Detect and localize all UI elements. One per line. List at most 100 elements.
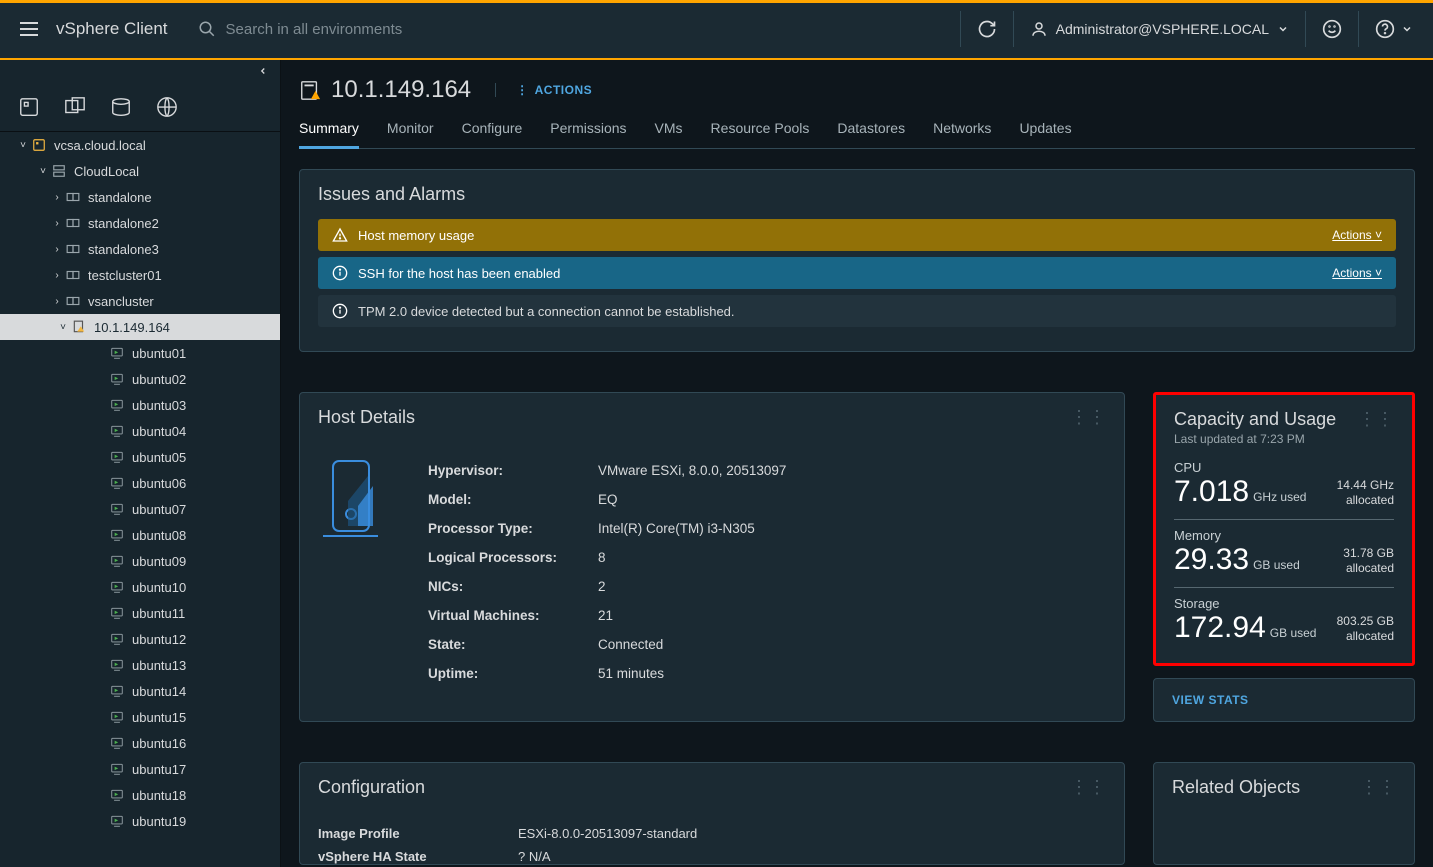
tree-label: 10.1.149.164 [94, 320, 170, 335]
tree-label: ubuntu01 [132, 346, 186, 361]
label-logical-proc: Logical Processors: [428, 543, 598, 572]
label-model: Model: [428, 485, 598, 514]
tree-vm-ubuntu16[interactable]: ubuntu16 [0, 730, 280, 756]
app-title: vSphere Client [56, 19, 168, 39]
user-label: Administrator@VSPHERE.LOCAL [1056, 21, 1269, 37]
cluster-icon [66, 190, 80, 204]
tree-vm-ubuntu17[interactable]: ubuntu17 [0, 756, 280, 782]
tab-permissions[interactable]: Permissions [550, 114, 626, 148]
tree-vm-ubuntu10[interactable]: ubuntu10 [0, 574, 280, 600]
tree-vm-ubuntu13[interactable]: ubuntu13 [0, 652, 280, 678]
tree-vm-ubuntu08[interactable]: ubuntu08 [0, 522, 280, 548]
tree-host-selected[interactable]: ˅10.1.149.164 [0, 314, 280, 340]
tree-vm-ubuntu15[interactable]: ubuntu15 [0, 704, 280, 730]
tree-vm-ubuntu03[interactable]: ubuntu03 [0, 392, 280, 418]
tree-label: ubuntu14 [132, 684, 186, 699]
chevron-left-icon [258, 66, 268, 76]
storage-tab-icon[interactable] [110, 96, 132, 118]
issues-title: Issues and Alarms [318, 184, 465, 205]
menu-toggle[interactable] [12, 14, 46, 44]
tab-summary[interactable]: Summary [299, 114, 359, 149]
inventory-tree[interactable]: ˅vcsa.cloud.local˅CloudLocal›standalone›… [0, 132, 280, 867]
view-stats-link[interactable]: VIEW STATS [1154, 679, 1414, 721]
vms-tab-icon[interactable] [64, 96, 86, 118]
tree-vm-ubuntu11[interactable]: ubuntu11 [0, 600, 280, 626]
tree-label: ubuntu15 [132, 710, 186, 725]
tree-cluster-standalone[interactable]: ›standalone [0, 184, 280, 210]
global-search[interactable]: Search in all environments [198, 20, 403, 38]
val-nics: 2 [598, 572, 1106, 601]
tree-vm-ubuntu02[interactable]: ubuntu02 [0, 366, 280, 392]
tab-monitor[interactable]: Monitor [387, 114, 434, 148]
help-icon [1375, 19, 1395, 39]
network-tab-icon[interactable] [156, 96, 178, 118]
tree-vm-ubuntu04[interactable]: ubuntu04 [0, 418, 280, 444]
label-state: State: [428, 630, 598, 659]
alert-item[interactable]: TPM 2.0 device detected but a connection… [318, 295, 1396, 327]
label-image-profile: Image Profile [318, 826, 498, 841]
vm-icon [110, 736, 124, 750]
refresh-button[interactable] [969, 11, 1005, 47]
drag-handle-icon[interactable]: ⋮⋮ [1070, 777, 1106, 798]
tab-datastores[interactable]: Datastores [837, 114, 905, 148]
alert-item[interactable]: SSH for the host has been enabledActions… [318, 257, 1396, 289]
tree-cluster-testcluster01[interactable]: ›testcluster01 [0, 262, 280, 288]
drag-handle-icon[interactable]: ⋮⋮ [1070, 407, 1106, 428]
drag-handle-icon[interactable]: ⋮⋮ [1360, 777, 1396, 798]
vm-icon [110, 684, 124, 698]
tree-label: ubuntu16 [132, 736, 186, 751]
search-placeholder: Search in all environments [226, 21, 403, 38]
tree-vm-ubuntu06[interactable]: ubuntu06 [0, 470, 280, 496]
tree-vm-ubuntu18[interactable]: ubuntu18 [0, 782, 280, 808]
tree-datacenter[interactable]: ˅CloudLocal [0, 158, 280, 184]
user-menu[interactable]: Administrator@VSPHERE.LOCAL [1022, 12, 1297, 46]
cluster-icon [66, 216, 80, 230]
view-stats-panel: VIEW STATS [1153, 678, 1415, 722]
tree-vm-ubuntu09[interactable]: ubuntu09 [0, 548, 280, 574]
mem-used: 29.33 [1174, 543, 1249, 576]
help-button[interactable] [1367, 11, 1421, 47]
tree-vm-ubuntu19[interactable]: ubuntu19 [0, 808, 280, 834]
alert-item[interactable]: Host memory usage Actions ˅ [318, 219, 1396, 251]
hosts-tab-icon[interactable] [18, 96, 40, 118]
configuration-panel: Configuration ⋮⋮ Image Profile ESXi-8.0.… [299, 762, 1125, 865]
label-processor: Processor Type: [428, 514, 598, 543]
tree-label: standalone2 [88, 216, 159, 231]
val-uptime: 51 minutes [598, 659, 1106, 688]
tree-label: ubuntu19 [132, 814, 186, 829]
tree-vm-ubuntu12[interactable]: ubuntu12 [0, 626, 280, 652]
datacenter-icon [52, 164, 66, 178]
tree-vm-ubuntu07[interactable]: ubuntu07 [0, 496, 280, 522]
tab-vms[interactable]: VMs [655, 114, 683, 148]
tree-cluster-vsancluster[interactable]: ›vsancluster [0, 288, 280, 314]
tab-updates[interactable]: Updates [1019, 114, 1071, 148]
capacity-title: Capacity and Usage [1174, 409, 1336, 430]
alert-text: Host memory usage [358, 228, 474, 243]
label-hypervisor: Hypervisor: [428, 456, 598, 485]
chevron-down-icon [1401, 23, 1413, 35]
sidebar-collapse[interactable] [0, 60, 280, 82]
tree-label: ubuntu09 [132, 554, 186, 569]
cluster-icon [66, 294, 80, 308]
topbar: vSphere Client Search in all environment… [0, 0, 1433, 60]
tree-vcenter[interactable]: ˅vcsa.cloud.local [0, 132, 280, 158]
tree-label: CloudLocal [74, 164, 139, 179]
actions-menu[interactable]: ⋮ACTIONS [495, 83, 592, 97]
drag-handle-icon[interactable]: ⋮⋮ [1358, 409, 1394, 430]
alert-actions[interactable]: Actions ˅ [1332, 228, 1382, 242]
tree-vm-ubuntu01[interactable]: ubuntu01 [0, 340, 280, 366]
tree-cluster-standalone2[interactable]: ›standalone2 [0, 210, 280, 236]
tree-label: ubuntu08 [132, 528, 186, 543]
tree-vm-ubuntu14[interactable]: ubuntu14 [0, 678, 280, 704]
tree-label: ubuntu17 [132, 762, 186, 777]
tree-cluster-standalone3[interactable]: ›standalone3 [0, 236, 280, 262]
tab-resource-pools[interactable]: Resource Pools [711, 114, 810, 148]
feedback-button[interactable] [1314, 11, 1350, 47]
tab-configure[interactable]: Configure [462, 114, 523, 148]
val-model: EQ [598, 485, 1106, 514]
info-icon [332, 265, 348, 281]
alert-actions[interactable]: Actions ˅ [1332, 266, 1382, 280]
cluster-icon [66, 242, 80, 256]
tree-vm-ubuntu05[interactable]: ubuntu05 [0, 444, 280, 470]
tab-networks[interactable]: Networks [933, 114, 991, 148]
